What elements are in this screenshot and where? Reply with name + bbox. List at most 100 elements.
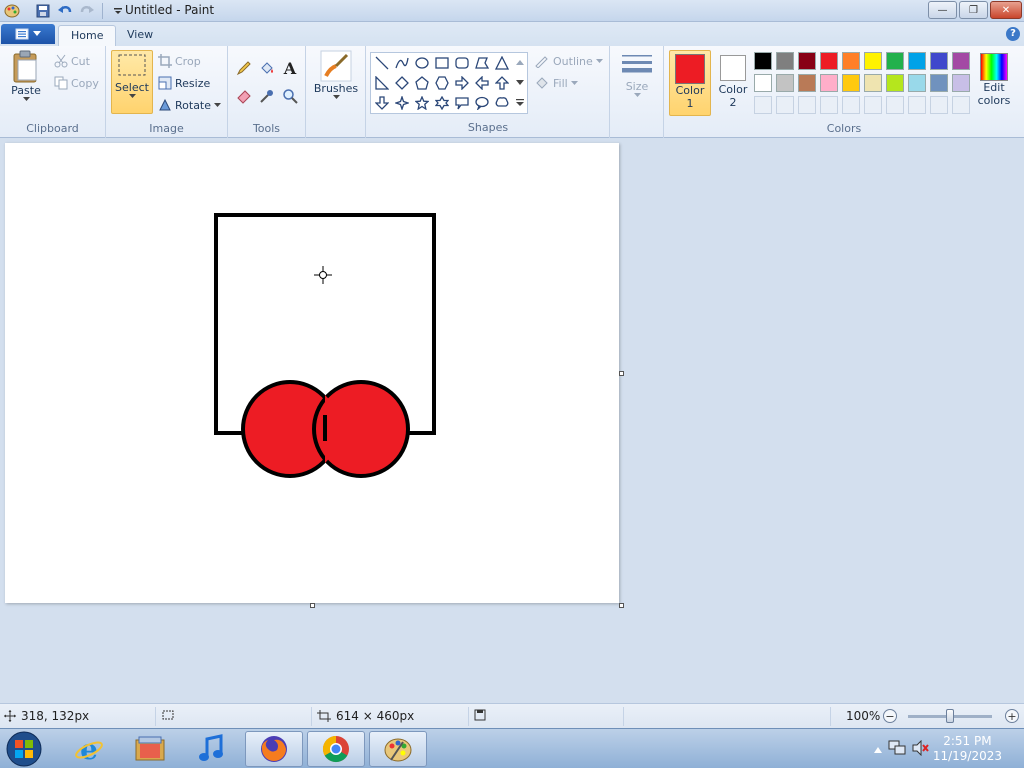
palette-swatch-empty[interactable]: [820, 96, 838, 114]
palette-swatch[interactable]: [908, 52, 926, 70]
palette-swatch[interactable]: [842, 52, 860, 70]
palette-swatch-empty[interactable]: [908, 96, 926, 114]
palette-swatch-empty[interactable]: [842, 96, 860, 114]
rect-callout-shape-icon[interactable]: [453, 94, 471, 112]
palette-swatch-empty[interactable]: [930, 96, 948, 114]
right-triangle-shape-icon[interactable]: [373, 74, 391, 92]
network-icon[interactable]: [888, 740, 906, 759]
palette-swatch[interactable]: [886, 52, 904, 70]
palette-swatch[interactable]: [908, 74, 926, 92]
fill-bucket-icon[interactable]: [257, 58, 277, 78]
curve-shape-icon[interactable]: [393, 54, 411, 72]
polygon-shape-icon[interactable]: [473, 54, 491, 72]
copy-button[interactable]: Copy: [54, 76, 99, 90]
select-button[interactable]: Select: [111, 50, 153, 114]
up-arrow-shape-icon[interactable]: [493, 74, 511, 92]
palette-swatch[interactable]: [952, 52, 970, 70]
diamond-shape-icon[interactable]: [393, 74, 411, 92]
text-tool-icon[interactable]: A: [280, 58, 300, 78]
palette-swatch[interactable]: [798, 74, 816, 92]
taskbar-internet-explorer[interactable]: e: [60, 731, 118, 767]
tab-home[interactable]: Home: [58, 25, 117, 46]
taskbar-paint[interactable]: [369, 731, 427, 767]
oval-callout-shape-icon[interactable]: [473, 94, 491, 112]
edit-colors-button[interactable]: Edit colors: [972, 50, 1016, 116]
shapes-expand-icon[interactable]: [513, 94, 527, 112]
taskbar-chrome[interactable]: [307, 731, 365, 767]
taskbar-itunes[interactable]: [182, 731, 240, 767]
crop-button[interactable]: Crop: [158, 54, 201, 68]
palette-swatch[interactable]: [820, 74, 838, 92]
palette-swatch-empty[interactable]: [776, 96, 794, 114]
canvas-resize-handle-right[interactable]: [619, 371, 624, 376]
help-icon[interactable]: ?: [1006, 27, 1020, 41]
taskbar-firefox[interactable]: [245, 731, 303, 767]
palette-swatch-empty[interactable]: [864, 96, 882, 114]
pentagon-shape-icon[interactable]: [413, 74, 431, 92]
palette-swatch[interactable]: [776, 52, 794, 70]
palette-swatch[interactable]: [952, 74, 970, 92]
save-icon[interactable]: [34, 2, 52, 20]
palette-swatch[interactable]: [864, 74, 882, 92]
size-button[interactable]: Size: [616, 52, 658, 114]
outline-button[interactable]: Outline: [534, 54, 603, 68]
zoom-slider-handle[interactable]: [946, 709, 954, 723]
palette-swatch[interactable]: [864, 52, 882, 70]
color1-button[interactable]: Color 1: [669, 50, 711, 116]
palette-swatch-empty[interactable]: [886, 96, 904, 114]
palette-swatch[interactable]: [754, 52, 772, 70]
six-point-star-shape-icon[interactable]: [433, 94, 451, 112]
cloud-callout-shape-icon[interactable]: [493, 94, 511, 112]
eraser-icon[interactable]: [234, 86, 254, 106]
close-button[interactable]: ✕: [990, 1, 1022, 19]
down-arrow-shape-icon[interactable]: [373, 94, 391, 112]
palette-swatch[interactable]: [754, 74, 772, 92]
start-button[interactable]: [4, 730, 48, 768]
palette-swatch[interactable]: [776, 74, 794, 92]
drawing-canvas[interactable]: [5, 143, 619, 603]
palette-swatch[interactable]: [930, 52, 948, 70]
palette-swatch[interactable]: [886, 74, 904, 92]
palette-swatch[interactable]: [820, 52, 838, 70]
palette-swatch[interactable]: [930, 74, 948, 92]
taskbar-file-explorer[interactable]: [121, 731, 179, 767]
line-shape-icon[interactable]: [373, 54, 391, 72]
fill-button[interactable]: Fill: [534, 76, 578, 90]
paste-button[interactable]: Paste: [6, 50, 46, 112]
pencil-icon[interactable]: [234, 58, 254, 78]
canvas-resize-handle-bottom[interactable]: [310, 603, 315, 608]
redo-icon[interactable]: [78, 2, 96, 20]
shapes-scroll-down-icon[interactable]: [513, 74, 527, 92]
cut-button[interactable]: Cut: [54, 54, 90, 68]
maximize-button[interactable]: ❐: [959, 1, 988, 19]
color-picker-icon[interactable]: [257, 86, 277, 106]
palette-swatch-empty[interactable]: [754, 96, 772, 114]
rotate-button[interactable]: Rotate: [158, 98, 222, 112]
canvas-resize-handle-corner[interactable]: [619, 603, 624, 608]
palette-swatch[interactable]: [798, 52, 816, 70]
clock[interactable]: 2:51 PM 11/19/2023: [933, 734, 1002, 764]
zoom-in-button[interactable]: +: [1005, 709, 1019, 723]
palette-swatch[interactable]: [842, 74, 860, 92]
brushes-button[interactable]: Brushes: [312, 50, 360, 114]
minimize-button[interactable]: —: [928, 1, 957, 19]
triangle-shape-icon[interactable]: [493, 54, 511, 72]
show-hidden-icons-icon[interactable]: [874, 743, 882, 756]
palette-swatch-empty[interactable]: [952, 96, 970, 114]
palette-swatch-empty[interactable]: [798, 96, 816, 114]
undo-icon[interactable]: [56, 2, 74, 20]
left-arrow-shape-icon[interactable]: [473, 74, 491, 92]
oval-shape-icon[interactable]: [413, 54, 431, 72]
four-point-star-shape-icon[interactable]: [393, 94, 411, 112]
zoom-out-button[interactable]: −: [883, 709, 897, 723]
magnifier-icon[interactable]: [280, 86, 300, 106]
resize-button[interactable]: Resize: [158, 76, 210, 90]
color2-button[interactable]: Color 2: [712, 50, 754, 116]
rectangle-shape-icon[interactable]: [433, 54, 451, 72]
volume-muted-icon[interactable]: [912, 739, 930, 759]
rounded-rectangle-shape-icon[interactable]: [453, 54, 471, 72]
paint-menu-button[interactable]: [1, 24, 55, 44]
right-arrow-shape-icon[interactable]: [453, 74, 471, 92]
shapes-scroll-up-icon[interactable]: [513, 54, 527, 72]
tab-view[interactable]: View: [115, 25, 165, 46]
